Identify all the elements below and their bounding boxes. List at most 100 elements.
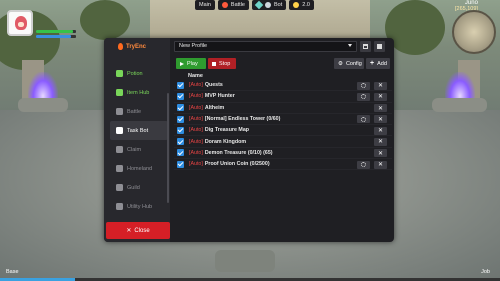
task-name: [Normal] Endless Tower (0/60) xyxy=(204,116,281,123)
gear-icon xyxy=(361,116,366,122)
table-row[interactable]: [Auto] Quests ✕ xyxy=(174,80,392,92)
task-name: Quests xyxy=(204,82,223,89)
sidebar-item-label: Homeland xyxy=(127,165,153,172)
task-enabled-checkbox[interactable] xyxy=(177,138,184,146)
shield-icon xyxy=(116,184,123,191)
task-tag: [Auto] xyxy=(189,161,203,168)
profile-row: New Profile xyxy=(174,41,392,52)
sidebar-item-claim[interactable]: Claim xyxy=(110,140,168,159)
task-enabled-checkbox[interactable] xyxy=(177,92,184,100)
task-tag: [Auto] xyxy=(189,93,203,100)
bot-icon xyxy=(265,2,271,8)
hud-main-button[interactable]: Main xyxy=(195,0,215,10)
base-level-label: Base xyxy=(6,269,19,275)
save-icon xyxy=(377,44,382,49)
profile-dropdown[interactable]: New Profile xyxy=(174,41,357,52)
table-body: [Auto] Quests ✕ [Auto] MVP Hunter ✕ [Auto] Alth… xyxy=(174,80,392,171)
sidebar-item-potion[interactable]: Potion xyxy=(110,64,168,83)
hud-battle-label: Battle xyxy=(230,2,245,8)
minimap[interactable] xyxy=(452,10,496,54)
task-remove-button[interactable]: ✕ xyxy=(374,115,387,124)
close-label: Close xyxy=(134,227,150,234)
task-settings-button[interactable] xyxy=(357,81,370,90)
task-remove-button[interactable]: ✕ xyxy=(374,81,387,90)
task-enabled-checkbox[interactable] xyxy=(177,104,184,112)
add-button[interactable]: + Add xyxy=(366,58,390,69)
task-bot-content: New Profile Play Stop ⚙ Config + Add Nam… xyxy=(174,41,392,171)
table-row[interactable]: [Auto] Proof Union Coin (0/2500) ✕ xyxy=(174,159,392,171)
player-avatar[interactable] xyxy=(7,10,33,36)
play-label: Play xyxy=(187,60,198,67)
task-remove-button[interactable]: ✕ xyxy=(374,160,387,169)
table-row[interactable]: [Auto] Doram Kingdom ✕ xyxy=(174,136,392,148)
table-row[interactable]: [Auto] Demon Treasure (0/10) (65) ✕ xyxy=(174,148,392,160)
play-button[interactable]: Play xyxy=(176,58,206,69)
stop-icon xyxy=(212,61,216,66)
task-settings-button[interactable] xyxy=(357,115,370,124)
flame-icon xyxy=(118,43,123,50)
hud-battle-button[interactable]: Battle xyxy=(217,0,249,10)
task-settings-button[interactable] xyxy=(357,160,370,169)
gear-icon: ⚙ xyxy=(338,60,343,67)
task-remove-button[interactable]: ✕ xyxy=(374,92,387,101)
task-enabled-checkbox[interactable] xyxy=(177,81,184,89)
sp-bar xyxy=(36,35,76,38)
brand: TryEnc xyxy=(118,43,146,50)
sidebar-item-utility-hub[interactable]: Utility Hub xyxy=(110,197,168,216)
sidebar-scrollbar[interactable] xyxy=(167,93,169,203)
config-label: Config xyxy=(345,60,362,67)
close-icon: ✕ xyxy=(377,128,384,135)
hud-bot-label: Bot xyxy=(274,2,283,8)
task-enabled-checkbox[interactable] xyxy=(177,115,184,123)
close-icon: ✕ xyxy=(377,94,384,101)
sidebar-item-guild[interactable]: Guild xyxy=(110,178,168,197)
task-settings-button[interactable] xyxy=(357,92,370,101)
task-name: Demon Treasure (0/10) (65) xyxy=(204,149,273,156)
sidebar: TryEnc Potion Item Hub Battle Task Bot Claim… xyxy=(104,38,170,242)
chevron-down-icon xyxy=(348,44,352,47)
close-icon: ✕ xyxy=(377,139,384,146)
stop-button[interactable]: Stop xyxy=(208,58,236,69)
task-remove-button[interactable]: ✕ xyxy=(374,137,387,146)
task-name: Proof Union Coin (0/2500) xyxy=(204,161,270,168)
sidebar-item-label: Guild xyxy=(127,184,140,191)
stop-label: Stop xyxy=(219,60,231,67)
gift-icon xyxy=(116,146,123,153)
sidebar-item-task-bot[interactable]: Task Bot xyxy=(110,121,168,140)
potion-icon xyxy=(116,70,123,77)
scene-platform xyxy=(215,250,275,272)
task-enabled-checkbox[interactable] xyxy=(177,160,184,168)
close-button[interactable]: ✕ Close xyxy=(106,222,170,239)
task-name: Doram Kingdom xyxy=(204,138,247,145)
scene-tree xyxy=(80,0,130,40)
table-row[interactable]: [Auto] [Normal] Endless Tower (0/60) ✕ xyxy=(174,114,392,126)
sidebar-item-label: Claim xyxy=(127,146,142,153)
task-remove-button[interactable]: ✕ xyxy=(374,104,387,113)
table-row[interactable]: [Auto] MVP Hunter ✕ xyxy=(174,91,392,103)
character-portrait-icon xyxy=(15,16,27,30)
save-profile-button[interactable] xyxy=(374,41,385,52)
task-name: Dig Treasure Map xyxy=(204,127,249,134)
task-enabled-checkbox[interactable] xyxy=(177,126,184,134)
table-row[interactable]: [Auto] Dig Treasure Map ✕ xyxy=(174,125,392,137)
table-row[interactable]: [Auto] Altheim ✕ xyxy=(174,103,392,114)
battle-icon xyxy=(221,2,228,8)
profile-dropdown-value: New Profile xyxy=(179,43,208,49)
scene-fountain-base xyxy=(18,98,68,112)
task-tag: [Auto] xyxy=(189,138,203,145)
sidebar-item-battle[interactable]: Battle xyxy=(110,102,168,121)
hud-bot-button[interactable]: Bot xyxy=(252,0,287,10)
sidebar-item-homeland[interactable]: Homeland xyxy=(110,159,168,178)
delete-profile-button[interactable] xyxy=(360,41,371,52)
player-status-bars xyxy=(36,30,76,40)
config-button[interactable]: ⚙ Config xyxy=(334,58,364,69)
sidebar-item-item-hub[interactable]: Item Hub xyxy=(110,83,168,102)
task-remove-button[interactable]: ✕ xyxy=(374,126,387,135)
task-remove-button[interactable]: ✕ xyxy=(374,149,387,158)
close-icon: ✕ xyxy=(377,105,384,112)
task-enabled-checkbox[interactable] xyxy=(177,149,184,157)
sidebar-item-label: Utility Hub xyxy=(127,203,153,210)
sidebar-item-label: Task Bot xyxy=(127,127,149,134)
gear-icon xyxy=(361,83,366,88)
hud-main-label: Main xyxy=(199,2,211,8)
